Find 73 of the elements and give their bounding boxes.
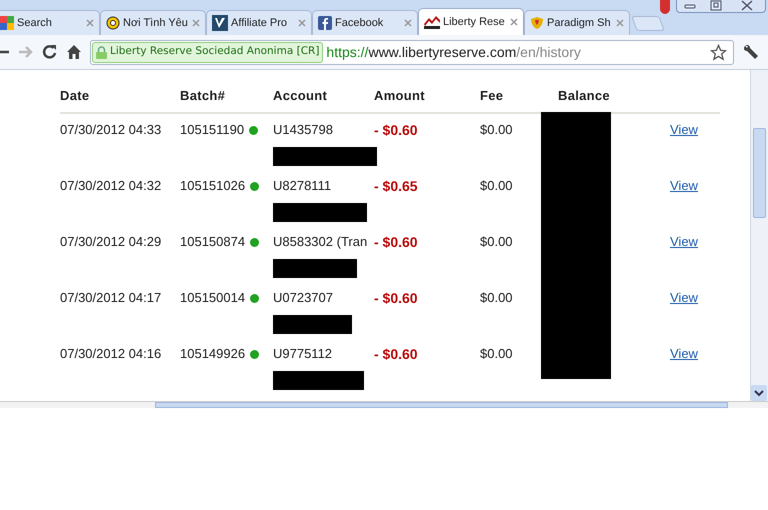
view-link[interactable]: View [670,232,698,252]
shield-icon [660,0,670,14]
tab-title: Facebook [335,16,384,31]
view-link[interactable]: View [670,344,698,364]
column-header: Date [60,88,90,103]
status-dot-icon [250,238,260,246]
browser-tab[interactable]: Affiliate Pro [206,10,312,35]
ring-icon [106,16,120,30]
horizontal-scrollbar-thumb[interactable] [155,402,728,408]
batch-cell-text: 105151026 [180,177,246,196]
amount-cell: - $0.60 [374,290,418,306]
reload-icon[interactable] [42,44,58,60]
browser-tab[interactable]: Search [0,10,100,35]
account-cell: U8583302 (Tran [273,234,368,250]
tab-title: Search [17,16,53,31]
amount-cell: - $0.60 [374,122,418,138]
column-header: Fee [480,88,504,103]
batch-cell-text: 105150014 [180,289,246,308]
account-cell: U1435798 [273,122,333,138]
tiles-icon [0,16,14,30]
status-dot-icon [250,350,260,358]
account-cell: U8278111 [273,178,332,194]
batch-cell-text: 105150874 [180,233,246,252]
close-icon[interactable] [510,18,518,26]
fee-cell: $0.00 [480,178,513,194]
scroll-down-icon[interactable] [751,385,767,401]
batch-cell-text: 105151190 [180,121,244,140]
tab-title: Liberty Rese [443,14,506,30]
date-cell: 07/30/2012 04:29 [60,234,162,250]
fee-cell: $0.00 [480,290,513,306]
browser-tab[interactable]: Paradigm Sh [524,10,630,35]
address-bar[interactable]: Liberty Reserve Sociedad Anonima [CR] https://www.libertyreserve.com/en/history [90,40,734,64]
identity-badge[interactable]: Liberty Reserve Sociedad Anonima [CR] [92,42,324,62]
status-dot-icon [250,182,260,190]
scrollbar-thumb[interactable] [753,128,766,218]
shield-icon [530,16,544,30]
batch-cell-text: 105149926 [180,345,246,364]
url-text: https://www.libertyreserve.com/en/history [326,42,582,62]
new-tab-button[interactable] [631,16,665,31]
account-cell: U0723707 [273,290,333,306]
lock-icon [96,46,107,58]
date-cell: 07/30/2012 04:17 [60,290,162,306]
fee-cell: $0.00 [480,346,513,362]
forward-icon[interactable] [18,44,34,60]
fee-cell: $0.00 [480,234,513,250]
status-dot-icon [249,126,258,134]
star-icon[interactable] [710,44,727,60]
amount-cell: - $0.60 [374,234,418,250]
date-cell: 07/30/2012 04:33 [60,122,162,138]
tab-title: Nơi Tình Yêu [123,16,189,31]
browser-tab[interactable]: Facebook [312,10,418,35]
column-header: Balance [558,88,610,103]
tab-title: Affiliate Pro [231,16,288,31]
date-cell: 07/30/2012 04:16 [60,346,162,362]
account-cell: U9775112 [273,346,332,362]
fee-cell: $0.00 [480,122,513,138]
mountain-logo-icon [424,15,440,29]
view-link[interactable]: View [670,120,698,140]
column-header: Account [273,88,328,103]
wrench-icon[interactable] [742,43,760,61]
browser-tab[interactable]: Liberty Rese [418,8,524,35]
amount-cell: - $0.60 [374,346,418,362]
amount-cell: - $0.65 [374,178,418,194]
browser-tab[interactable]: Nơi Tình Yêu [100,10,206,35]
home-icon[interactable] [66,44,82,60]
f-logo-icon [318,16,332,30]
date-cell: 07/30/2012 04:32 [60,178,162,194]
status-dot-icon [250,294,260,302]
view-link[interactable]: View [670,176,698,196]
column-header: Batch# [180,88,226,103]
view-link[interactable]: View [670,288,698,308]
tab-title: Paradigm Sh [547,16,612,31]
column-header: Amount [374,88,425,103]
